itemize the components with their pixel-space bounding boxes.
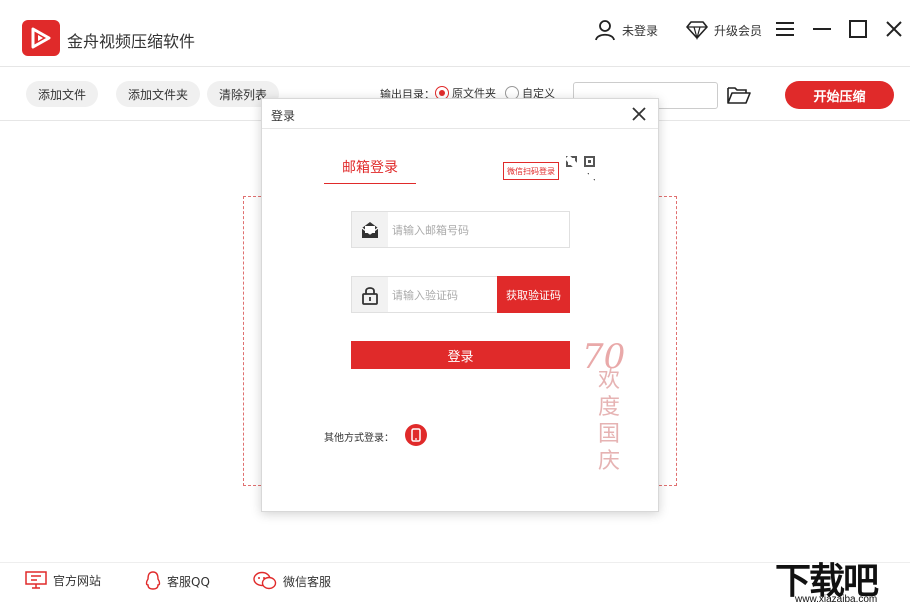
service-wechat-link[interactable]: 微信客服 <box>253 571 331 591</box>
tab-email-login[interactable]: 邮箱登录 <box>324 157 416 184</box>
browse-folder-button[interactable] <box>726 85 752 108</box>
envelope-icon <box>361 221 379 238</box>
wechat-icon <box>253 571 277 590</box>
decoration-text: 欢度国庆 <box>598 368 621 474</box>
dialog-close-button[interactable] <box>630 105 648 123</box>
menu-button[interactable] <box>773 17 797 41</box>
app-title: 金舟视频压缩软件 <box>67 32 196 51</box>
play-logo-icon <box>22 20 60 56</box>
diamond-icon <box>686 21 708 40</box>
upgrade-vip-label: 升级会员 <box>714 23 763 38</box>
folder-open-icon <box>727 87 751 104</box>
upgrade-vip-button[interactable]: 升级会员 <box>686 17 762 43</box>
official-website-label: 官方网站 <box>53 573 102 588</box>
add-file-button[interactable]: 添加文件 <box>26 81 99 107</box>
user-icon <box>595 20 615 41</box>
menu-icon <box>776 22 794 36</box>
service-qq-label: 客服QQ <box>167 574 210 589</box>
maximize-button[interactable] <box>846 17 870 41</box>
get-code-button[interactable]: 获取验证码 <box>497 276 570 313</box>
minimize-button[interactable] <box>810 17 834 41</box>
minimize-icon <box>813 28 831 30</box>
add-folder-button[interactable]: 添加文件夹 <box>116 81 201 107</box>
login-dialog: 登录 邮箱登录 微信扫码登录 请输入邮箱号码 请输入验证码 获取验证码 登录 其… <box>261 98 659 512</box>
site-watermark: 下载吧 www.xiazaiba.com <box>775 552 910 608</box>
title-bar: 金舟视频压缩软件 未登录 升级会员 <box>0 0 910 66</box>
phone-login-button[interactable] <box>405 424 427 446</box>
service-wechat-label: 微信客服 <box>283 574 332 589</box>
dialog-header: 登录 <box>262 99 658 129</box>
service-qq-link[interactable]: 客服QQ <box>145 571 210 591</box>
close-icon <box>632 107 646 121</box>
watermark-url: www.xiazaiba.com <box>795 594 878 605</box>
login-submit-button[interactable]: 登录 <box>351 341 570 369</box>
qr-login-button[interactable] <box>564 154 600 192</box>
other-login-label: 其他方式登录： <box>324 433 394 444</box>
close-button[interactable] <box>882 17 906 41</box>
login-status-button[interactable]: 未登录 <box>594 17 658 43</box>
dialog-title: 登录 <box>271 109 296 123</box>
wechat-qr-login-badge[interactable]: 微信扫码登录 <box>503 162 559 180</box>
email-field <box>351 211 570 248</box>
lock-icon <box>362 286 378 305</box>
qr-code-icon <box>564 154 600 190</box>
monitor-icon <box>25 571 47 589</box>
start-compress-button[interactable]: 开始压缩 <box>785 81 894 109</box>
footer: 官方网站 客服QQ 微信客服 <box>0 562 910 608</box>
code-field: 获取验证码 <box>351 276 570 313</box>
code-field-icon-box <box>352 277 388 312</box>
login-status-label: 未登录 <box>622 23 659 38</box>
phone-icon <box>411 428 421 442</box>
close-icon <box>886 21 902 37</box>
official-website-link[interactable]: 官方网站 <box>25 571 101 589</box>
maximize-icon <box>849 20 867 38</box>
email-input[interactable] <box>392 220 532 240</box>
email-field-icon-box <box>352 212 388 247</box>
qq-penguin-icon <box>145 571 161 590</box>
national-day-decoration: 70 欢度国庆 <box>582 337 652 477</box>
